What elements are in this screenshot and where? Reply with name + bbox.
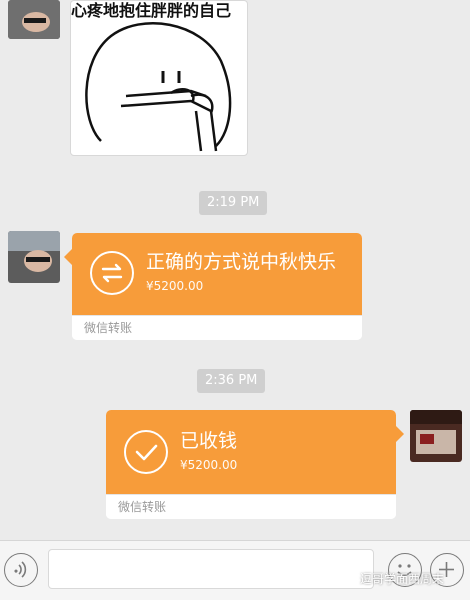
self-avatar[interactable] xyxy=(410,410,462,462)
timestamp: 2:19 PM xyxy=(199,191,268,215)
bubble-tail xyxy=(64,249,72,265)
transfer-footer: 微信转账 xyxy=(106,494,396,519)
transfer-card-received[interactable]: 已收钱 ¥5200.00 微信转账 xyxy=(106,410,404,519)
bubble-tail xyxy=(396,426,404,442)
avatar-photo xyxy=(8,231,60,283)
transfer-status: 已收钱 xyxy=(180,430,238,452)
timestamp: 2:36 PM xyxy=(197,369,266,393)
hugging-self-sticker-image xyxy=(85,22,232,152)
sender-avatar[interactable] xyxy=(8,231,60,283)
transfer-note: 正确的方式说中秋快乐 xyxy=(146,251,337,273)
avatar-photo xyxy=(8,0,60,39)
transfer-card-sent[interactable]: 正确的方式说中秋快乐 ¥5200.00 微信转账 xyxy=(64,233,362,340)
voice-icon[interactable] xyxy=(4,553,38,587)
avatar-photo xyxy=(410,410,462,462)
transfer-arrows-icon xyxy=(90,251,134,295)
sticker-message[interactable]: 心疼地抱住胖胖的自己 xyxy=(70,0,248,156)
transfer-footer: 微信转账 xyxy=(72,315,362,340)
checkmark-icon xyxy=(124,430,168,474)
message-input[interactable] xyxy=(48,549,374,589)
sticker-caption: 心疼地抱住胖胖的自己 xyxy=(71,1,232,20)
transfer-amount: ¥5200.00 xyxy=(180,458,238,472)
sender-avatar[interactable] xyxy=(8,0,60,39)
transfer-amount: ¥5200.00 xyxy=(146,279,204,293)
watermark: 逗哥学面西周末 xyxy=(360,572,445,586)
